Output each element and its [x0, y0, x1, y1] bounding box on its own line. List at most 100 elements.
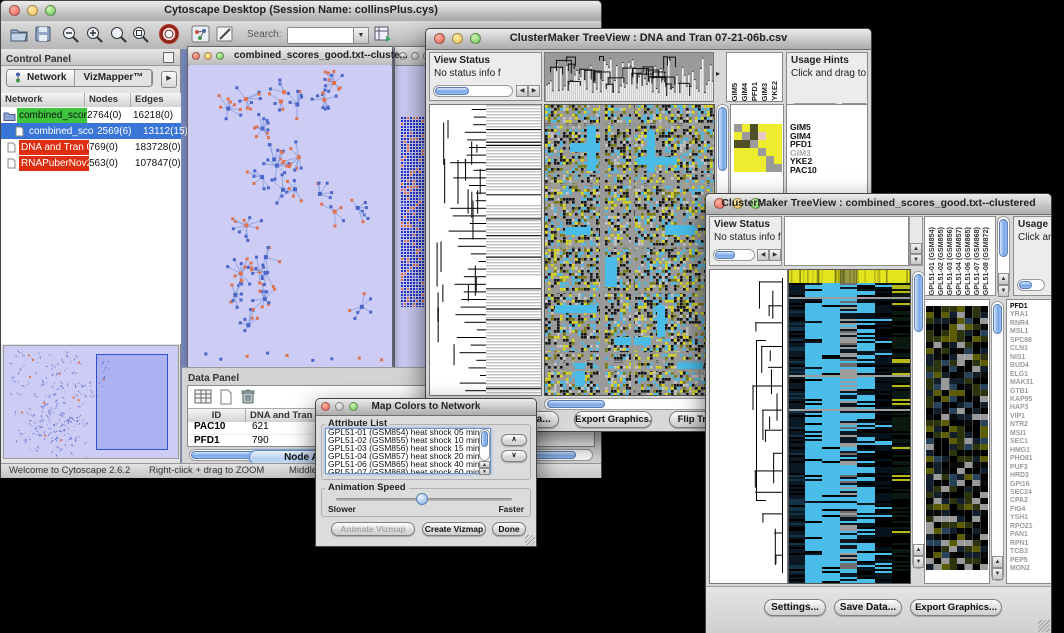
tv1-column-label[interactable]: GIM5	[730, 83, 739, 101]
matrix-cell[interactable]	[766, 164, 774, 172]
tv2-gene-item[interactable]: NTR2	[1007, 421, 1051, 429]
tv1-export-graphics-button[interactable]: Export Graphics...	[574, 411, 652, 428]
tv2-gene-item[interactable]: MON2	[1007, 565, 1051, 573]
tv2-gene-item[interactable]: VIP1	[1007, 413, 1051, 421]
tv2-gene-item[interactable]: MAK31	[1007, 379, 1051, 387]
frame-close-button[interactable]	[192, 52, 200, 60]
tv2-gene-item[interactable]: YSH1	[1007, 514, 1051, 522]
frame-titlebar[interactable]: combined_scores_good.txt--cluste...	[188, 47, 392, 66]
move-down-button[interactable]: ∨	[501, 450, 527, 462]
tv2-gene-item[interactable]: PEP5	[1007, 557, 1051, 565]
tv1-gene-item[interactable]: PAC10	[787, 166, 867, 175]
matrix-cell[interactable]	[750, 164, 758, 172]
tv1-column-label[interactable]: GIM3	[760, 83, 769, 101]
tv1-column-dendrogram-canvas[interactable]	[545, 53, 713, 101]
network-tree-row[interactable]: combined_scores_ 2764(0) 16218(0)	[1, 107, 181, 123]
tab-vizmapper[interactable]: VizMapper™	[75, 70, 152, 86]
frame-zoom-button[interactable]	[216, 52, 224, 60]
col-nodes[interactable]: Nodes	[85, 93, 131, 107]
col-network[interactable]: Network	[1, 93, 85, 107]
matrix-cell[interactable]	[742, 148, 750, 156]
matrix-cell[interactable]	[774, 148, 782, 156]
tv2-gene-item[interactable]: BUD4	[1007, 362, 1051, 370]
tv2-gene-item[interactable]: MSI1	[1007, 430, 1051, 438]
save-icon[interactable]	[34, 25, 52, 48]
matrix-cell[interactable]	[758, 148, 766, 156]
scroll-up-arrow[interactable]: ▲	[992, 556, 1003, 568]
tv1-heatmap[interactable]	[544, 104, 715, 396]
tv2-gene-item[interactable]: RPO21	[1007, 523, 1051, 531]
scroll-down-arrow[interactable]: ▼	[913, 556, 924, 568]
scroll-up-arrow[interactable]: ▲	[998, 273, 1009, 285]
scroll-down-arrow[interactable]: ▼	[910, 254, 922, 265]
matrix-cell[interactable]	[766, 124, 774, 132]
tv2-save-data-button[interactable]: Save Data...	[834, 599, 902, 616]
tv2-gene-item[interactable]: RPN1	[1007, 540, 1051, 548]
scroll-right-arrow[interactable]: ▶	[528, 85, 540, 97]
matrix-cell[interactable]	[734, 140, 742, 148]
tv2-gene-item[interactable]: FIG4	[1007, 506, 1051, 514]
tv2-usage-scrollbar[interactable]	[1017, 279, 1045, 291]
matrix-cell[interactable]	[766, 156, 774, 164]
scroll-left-arrow[interactable]: ◀	[516, 85, 528, 97]
tab-overflow-arrow[interactable]: ▶	[161, 71, 177, 88]
matrix-cell[interactable]	[758, 156, 766, 164]
tv1-hscrollbar[interactable]	[544, 398, 729, 410]
matrix-cell[interactable]	[766, 140, 774, 148]
matrix-cell[interactable]	[758, 140, 766, 148]
tv1-column-label[interactable]: PFD1	[750, 82, 759, 101]
tv2-row-dendrogram[interactable]	[709, 269, 788, 584]
tv2-gene-item[interactable]: PUF3	[1007, 464, 1051, 472]
matrix-cell[interactable]	[774, 140, 782, 148]
create-vizmap-button[interactable]: Create Vizmap	[422, 522, 486, 536]
tv2-gene-item[interactable]: KAP95	[1007, 396, 1051, 404]
scroll-up-arrow[interactable]: ▲	[910, 243, 922, 254]
tv2-settings-button[interactable]: Settings...	[764, 599, 826, 616]
splitter-arrow-icon[interactable]: ▸	[716, 69, 720, 78]
tv2-gene-item[interactable]: YRA1	[1007, 311, 1051, 319]
matrix-cell[interactable]	[742, 140, 750, 148]
frame-minimize-button[interactable]	[204, 52, 212, 60]
tv2-labels-vscroll-thumb[interactable]	[999, 219, 1008, 257]
tv2-gene-item[interactable]: PFD1	[1007, 303, 1051, 311]
matrix-cell[interactable]	[734, 164, 742, 172]
treeview1-titlebar[interactable]: ClusterMaker TreeView : DNA and Tran 07-…	[426, 29, 871, 50]
matrix-cell[interactable]	[758, 132, 766, 140]
tv1-status-scrollbar[interactable]	[433, 85, 513, 97]
help-lifering-icon[interactable]	[159, 24, 180, 50]
tv1-status-scroll-thumb[interactable]	[435, 87, 469, 95]
tv1-row-dendrogram[interactable]	[429, 104, 542, 396]
matrix-cell[interactable]	[774, 164, 782, 172]
matrix-cell[interactable]	[774, 132, 782, 140]
animation-speed-slider-thumb[interactable]	[416, 493, 428, 505]
tv2-gene-item[interactable]: SEC24	[1007, 489, 1051, 497]
search-dropdown-arrow[interactable]: ▼	[353, 27, 369, 44]
tv1-row-dendrogram-canvas[interactable]	[430, 105, 541, 395]
tv2-column-label[interactable]: GPL51-08 (GSM872)	[981, 227, 990, 295]
matrix-cell[interactable]	[774, 156, 782, 164]
tv2-column-dendrogram[interactable]	[784, 216, 909, 266]
scroll-down-arrow[interactable]: ▼	[998, 285, 1009, 297]
matrix-cell[interactable]	[750, 132, 758, 140]
tv2-gene-item[interactable]: HMG1	[1007, 447, 1051, 455]
zoom-fit-icon[interactable]	[109, 25, 129, 50]
matrix-cell[interactable]	[750, 156, 758, 164]
tv2-gene-item[interactable]: HAP3	[1007, 404, 1051, 412]
tv1-similarity-matrix[interactable]	[734, 124, 782, 172]
network-overview-navigator[interactable]	[3, 345, 179, 459]
network-tree-row[interactable]: DNA and Tran 07 769(0) 183728(0)	[1, 139, 181, 155]
zoom-in-icon[interactable]	[85, 25, 105, 50]
matrix-cell[interactable]	[758, 124, 766, 132]
tv1-column-label[interactable]: YKE2	[770, 81, 779, 101]
move-up-button[interactable]: ∧	[501, 434, 527, 446]
scroll-up-arrow[interactable]: ▲	[913, 544, 924, 556]
tv2-vscroll-thumb[interactable]	[914, 274, 923, 332]
float-panel-icon[interactable]	[163, 52, 174, 63]
tv2-status-scrollbar[interactable]	[713, 249, 755, 261]
scroll-down-arrow[interactable]: ▼	[479, 468, 490, 475]
tv2-gene-item[interactable]: SEC1	[1007, 438, 1051, 446]
tv2-heatmap-canvas[interactable]	[789, 270, 910, 583]
tv2-gene-item[interactable]: NIS1	[1007, 354, 1051, 362]
matrix-cell[interactable]	[734, 156, 742, 164]
tv2-gene-item[interactable]: CLN1	[1007, 345, 1051, 353]
